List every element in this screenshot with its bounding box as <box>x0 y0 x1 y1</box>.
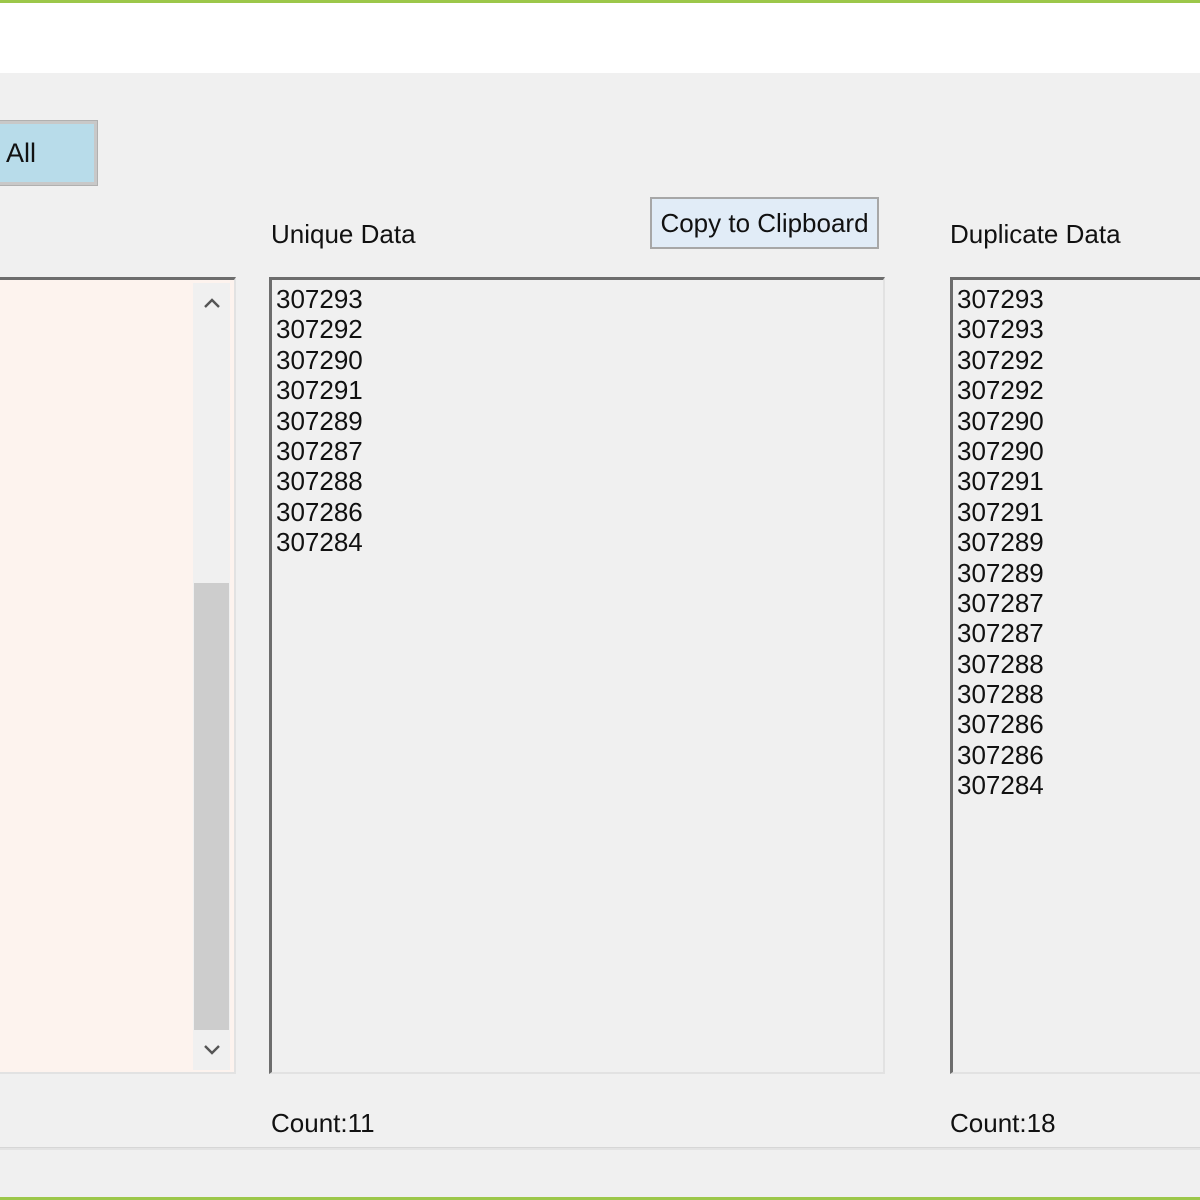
list-item[interactable]: 307291 <box>957 466 1200 496</box>
list-item[interactable]: 307291 <box>957 497 1200 527</box>
app-window: r All Unique Data Copy to Clipboard 3072… <box>0 0 1200 1200</box>
list-item[interactable]: 307291 <box>276 375 883 405</box>
list-item[interactable]: 307288 <box>957 679 1200 709</box>
list-item[interactable]: 307286 <box>957 709 1200 739</box>
list-item[interactable]: 307286 <box>276 497 883 527</box>
list-item[interactable]: 307290 <box>276 345 883 375</box>
list-item[interactable]: 307287 <box>957 588 1200 618</box>
list-item[interactable]: 307292 <box>276 314 883 344</box>
list-item[interactable]: 307292 <box>957 375 1200 405</box>
duplicate-data-listbox[interactable]: 307293 307293 307292 307292 307290 307290 3072… <box>950 277 1200 1074</box>
list-item[interactable]: 307289 <box>957 558 1200 588</box>
list-item[interactable]: 307293 <box>276 284 883 314</box>
duplicate-data-label: Duplicate Data <box>950 219 1121 249</box>
duplicate-count-label: Count:18 <box>950 1108 1056 1138</box>
unique-count-label: Count:11 <box>271 1108 375 1138</box>
list-item[interactable]: 307293 <box>957 284 1200 314</box>
copy-to-clipboard-button[interactable]: Copy to Clipboard <box>650 197 879 249</box>
status-bar-separator <box>0 1147 1200 1150</box>
unique-data-list: 307293 307292 307290 307291 307289 307287 3072… <box>272 280 883 558</box>
list-item[interactable]: 307288 <box>957 649 1200 679</box>
list-item[interactable]: 307290 <box>957 406 1200 436</box>
list-item[interactable]: 307293 <box>957 314 1200 344</box>
list-item[interactable]: 307284 <box>957 770 1200 800</box>
scroll-thumb[interactable] <box>194 583 229 1030</box>
chevron-up-icon[interactable] <box>193 285 230 321</box>
duplicate-data-list: 307293 307293 307292 307292 307290 307290 3072… <box>953 280 1200 801</box>
list-item[interactable]: 307289 <box>957 527 1200 557</box>
input-scrollbar[interactable] <box>193 283 230 1070</box>
unique-data-listbox[interactable]: 307293 307292 307290 307291 307289 307287 3072… <box>269 277 885 1074</box>
list-item[interactable]: 307288 <box>276 466 883 496</box>
clear-all-button[interactable]: r All <box>0 120 98 186</box>
chevron-down-icon[interactable] <box>193 1032 230 1068</box>
list-item[interactable]: 307289 <box>276 406 883 436</box>
top-accent-bar <box>0 0 1200 3</box>
list-item[interactable]: 307287 <box>957 618 1200 648</box>
list-item[interactable]: 307286 <box>957 740 1200 770</box>
list-item[interactable]: 307287 <box>276 436 883 466</box>
list-item[interactable]: 307284 <box>276 527 883 557</box>
list-item[interactable]: 307292 <box>957 345 1200 375</box>
unique-data-label: Unique Data <box>271 219 416 249</box>
list-item[interactable]: 307290 <box>957 436 1200 466</box>
